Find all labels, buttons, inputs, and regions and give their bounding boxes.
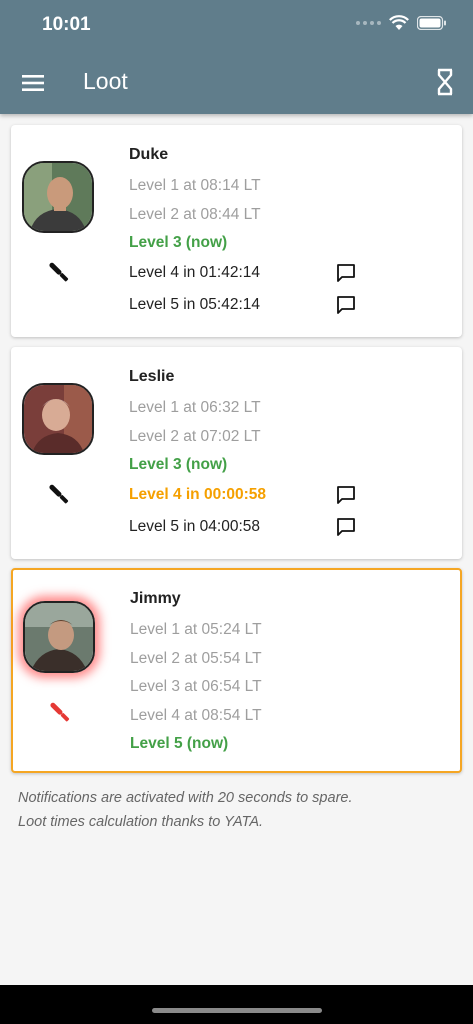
knife-icon[interactable] <box>48 701 72 725</box>
level-2-time: Level 2 at 07:02 LT <box>129 428 261 445</box>
npc-card-jimmy: Jimmy Level 1 at 05:24 LT Level 2 at 05:… <box>11 568 462 773</box>
level-3-time: Level 3 at 06:54 LT <box>130 678 262 695</box>
npc-name: Jimmy <box>130 590 181 607</box>
level-1-time: Level 1 at 06:32 LT <box>129 399 261 416</box>
notification-toggle-icon[interactable] <box>335 294 357 316</box>
level-4-time: Level 4 at 08:54 LT <box>130 707 262 724</box>
knife-icon[interactable] <box>47 483 71 507</box>
notification-toggle-icon[interactable] <box>335 484 357 506</box>
level-5-time: Level 5 in 04:00:58 <box>129 518 260 535</box>
level-5-time: Level 5 in 05:42:14 <box>129 296 260 313</box>
level-4-time: Level 4 in 01:42:14 <box>129 264 260 281</box>
notification-toggle-icon[interactable] <box>335 262 357 284</box>
page-title: Loot <box>83 68 128 94</box>
level-4-time: Level 4 in 00:00:58 <box>129 486 266 503</box>
level-1-time: Level 1 at 05:24 LT <box>130 621 262 638</box>
knife-icon[interactable] <box>47 261 71 285</box>
hourglass-icon[interactable] <box>435 68 455 96</box>
level-2-time: Level 2 at 05:54 LT <box>130 650 262 667</box>
npc-card-leslie: Leslie Level 1 at 06:32 LT Level 2 at 07… <box>11 347 462 559</box>
npc-avatar <box>22 383 94 455</box>
level-5-time: Level 5 (now) <box>130 735 229 752</box>
status-icons <box>356 15 447 31</box>
level-2-time: Level 2 at 08:44 LT <box>129 206 261 223</box>
npc-name: Leslie <box>129 368 175 385</box>
wifi-icon <box>389 15 409 30</box>
footer-note-credits: Loot times calculation thanks to YATA. <box>18 814 264 830</box>
npc-name: Duke <box>129 146 169 163</box>
npc-avatar <box>22 161 94 233</box>
signal-icon <box>356 21 381 25</box>
home-indicator[interactable] <box>152 1008 322 1013</box>
footer-note-notifications: Notifications are activated with 20 seco… <box>18 790 353 806</box>
app-bar: 10:01 Loot <box>0 0 473 114</box>
npc-card-duke: Duke Level 1 at 08:14 LT Level 2 at 08:4… <box>11 125 462 337</box>
level-1-time: Level 1 at 08:14 LT <box>129 177 261 194</box>
status-time: 10:01 <box>42 14 91 35</box>
npc-avatar <box>23 601 95 673</box>
level-3-time: Level 3 (now) <box>129 456 228 473</box>
battery-icon <box>417 16 446 30</box>
system-nav-bar <box>0 985 473 1024</box>
notification-toggle-icon[interactable] <box>335 516 357 538</box>
menu-icon[interactable] <box>20 70 46 96</box>
level-3-time: Level 3 (now) <box>129 234 228 251</box>
